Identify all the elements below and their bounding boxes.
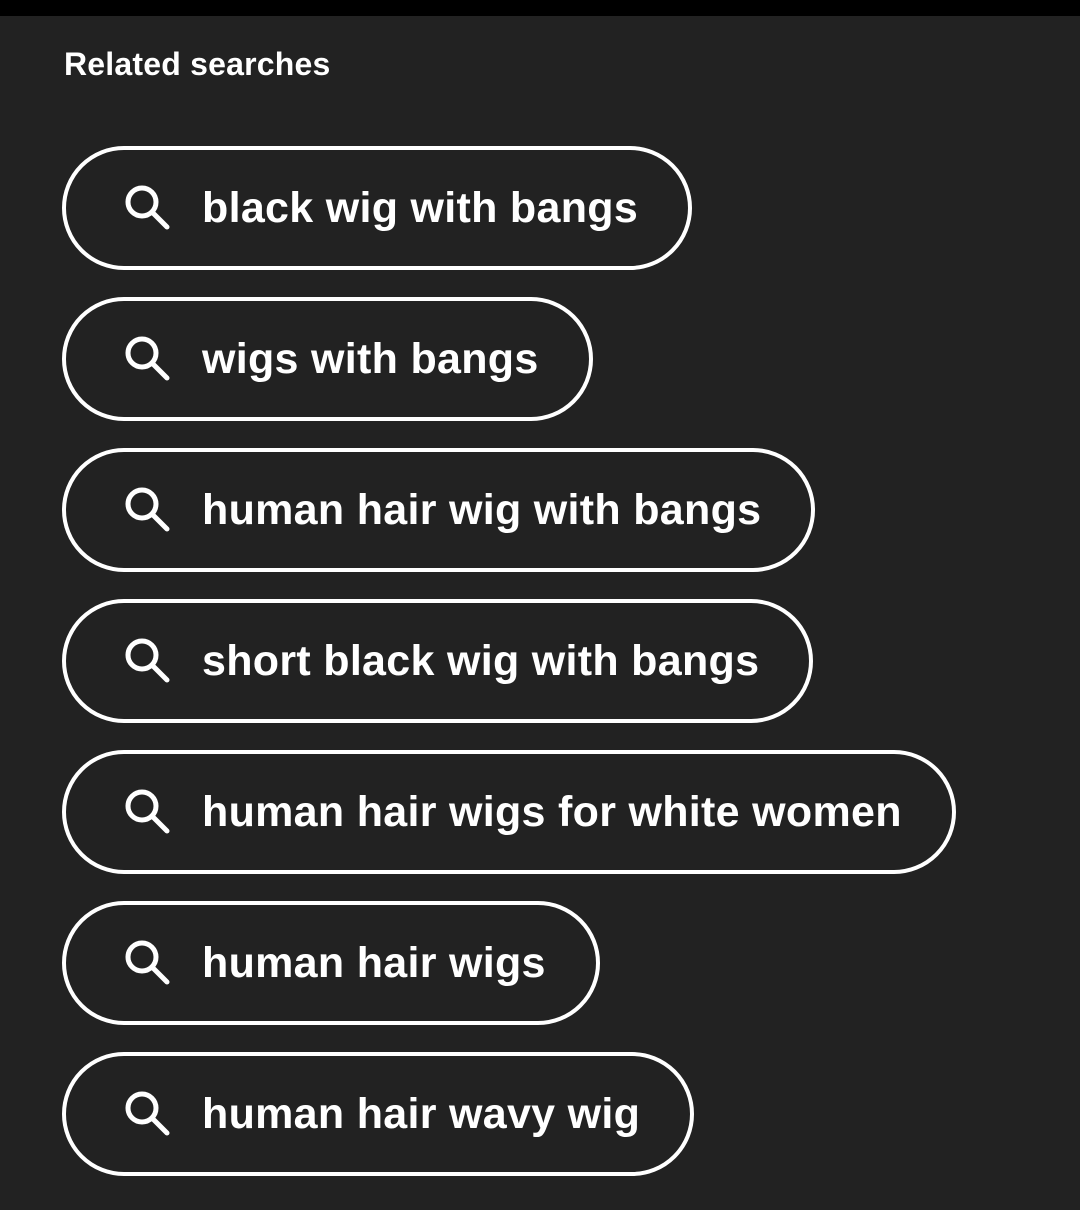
search-icon	[125, 487, 170, 532]
related-searches-list: black wig with bangs wigs with bangs hum…	[62, 146, 956, 1203]
search-icon	[125, 336, 170, 381]
search-icon	[125, 789, 170, 834]
search-icon	[125, 1091, 170, 1136]
related-search-label: human hair wig with bangs	[202, 485, 762, 534]
related-search-pill[interactable]: black wig with bangs	[62, 146, 693, 270]
related-search-label: human hair wigs	[202, 938, 546, 987]
related-searches-heading: Related searches	[64, 46, 331, 82]
related-search-label: short black wig with bangs	[202, 636, 760, 685]
related-search-label: black wig with bangs	[202, 183, 639, 232]
search-icon	[125, 940, 170, 985]
related-search-pill[interactable]: human hair wigs	[62, 901, 600, 1025]
related-search-label: human hair wigs for white women	[202, 787, 902, 836]
related-searches-panel: Related searches black wig with bangs wi…	[0, 16, 1080, 1210]
related-search-label: wigs with bangs	[202, 334, 539, 383]
search-icon	[125, 185, 170, 230]
related-search-pill[interactable]: human hair wig with bangs	[62, 448, 816, 572]
related-search-pill[interactable]: human hair wavy wig	[62, 1052, 695, 1176]
related-search-label: human hair wavy wig	[202, 1089, 641, 1138]
related-search-pill[interactable]: short black wig with bangs	[62, 599, 814, 723]
related-search-pill[interactable]: human hair wigs for white women	[62, 750, 956, 874]
related-search-pill[interactable]: wigs with bangs	[62, 297, 593, 421]
search-icon	[125, 638, 170, 683]
